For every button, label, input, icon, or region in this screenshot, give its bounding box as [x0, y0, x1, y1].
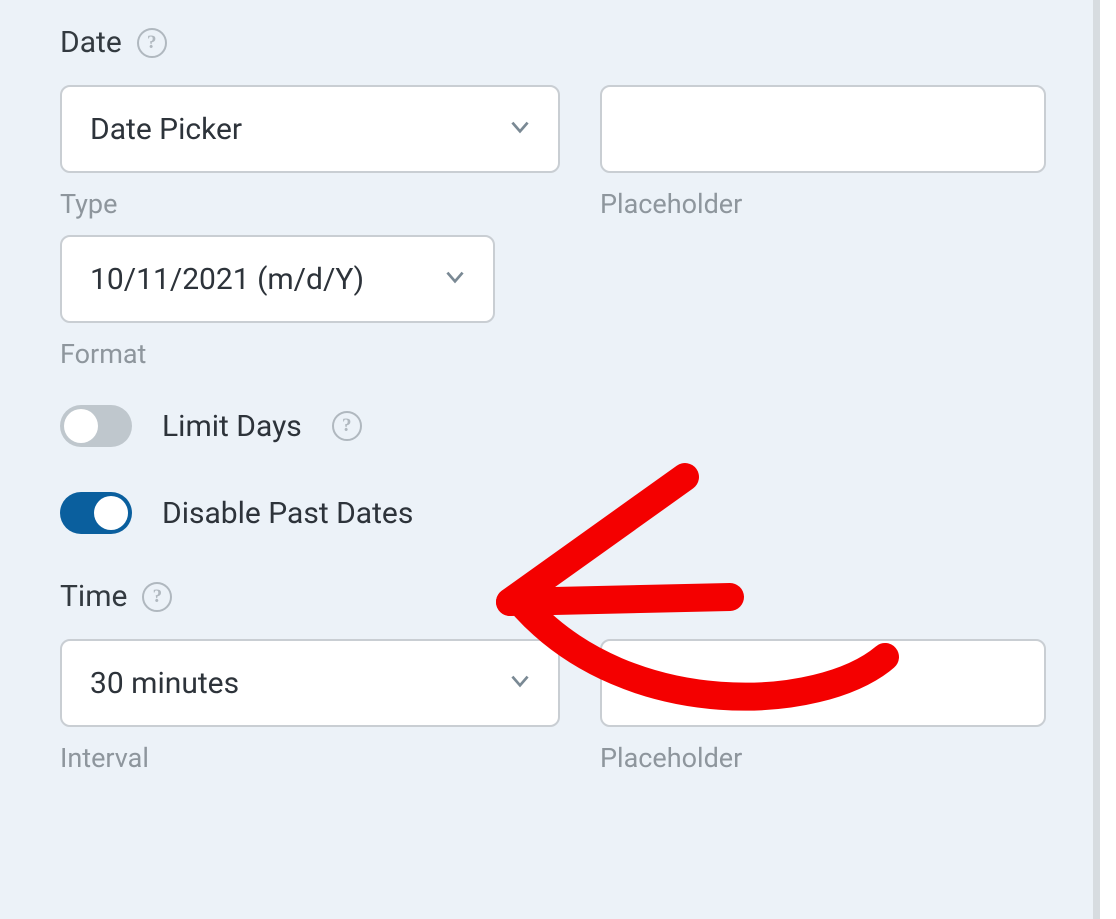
time-interval-value: 30 minutes	[90, 666, 239, 701]
date-placeholder-sublabel: Placeholder	[600, 188, 1046, 220]
time-section-header: Time ?	[60, 579, 1033, 614]
time-placeholder-input[interactable]	[600, 639, 1046, 727]
settings-panel: Date ? Date Picker Type Placeholder 10/1…	[0, 0, 1100, 919]
date-section-title: Date	[60, 25, 122, 60]
date-format-value: 10/11/2021 (m/d/Y)	[90, 262, 364, 297]
toggle-knob	[94, 496, 128, 530]
date-format-sublabel: Format	[60, 338, 1033, 370]
time-section-title: Time	[60, 579, 127, 614]
disable-past-dates-label: Disable Past Dates	[162, 496, 413, 531]
time-interval-select[interactable]: 30 minutes	[60, 639, 560, 727]
limit-days-row: Limit Days ?	[60, 405, 1033, 447]
time-placeholder-sublabel: Placeholder	[600, 742, 1046, 774]
limit-days-label: Limit Days	[162, 409, 302, 444]
limit-days-toggle[interactable]	[60, 405, 132, 447]
disable-past-dates-row: Disable Past Dates	[60, 492, 1033, 534]
date-section-header: Date ?	[60, 25, 1033, 60]
date-format-select[interactable]: 10/11/2021 (m/d/Y)	[60, 235, 495, 323]
date-type-sublabel: Type	[60, 188, 560, 220]
chevron-down-icon	[507, 114, 533, 144]
help-icon[interactable]: ?	[332, 411, 362, 441]
date-type-value: Date Picker	[90, 112, 242, 147]
date-type-select[interactable]: Date Picker	[60, 85, 560, 173]
disable-past-dates-toggle[interactable]	[60, 492, 132, 534]
chevron-down-icon	[507, 668, 533, 698]
time-interval-sublabel: Interval	[60, 742, 560, 774]
chevron-down-icon	[442, 264, 468, 294]
toggle-knob	[64, 409, 98, 443]
help-icon[interactable]: ?	[142, 582, 172, 612]
help-icon[interactable]: ?	[137, 28, 167, 58]
date-placeholder-input[interactable]	[600, 85, 1046, 173]
